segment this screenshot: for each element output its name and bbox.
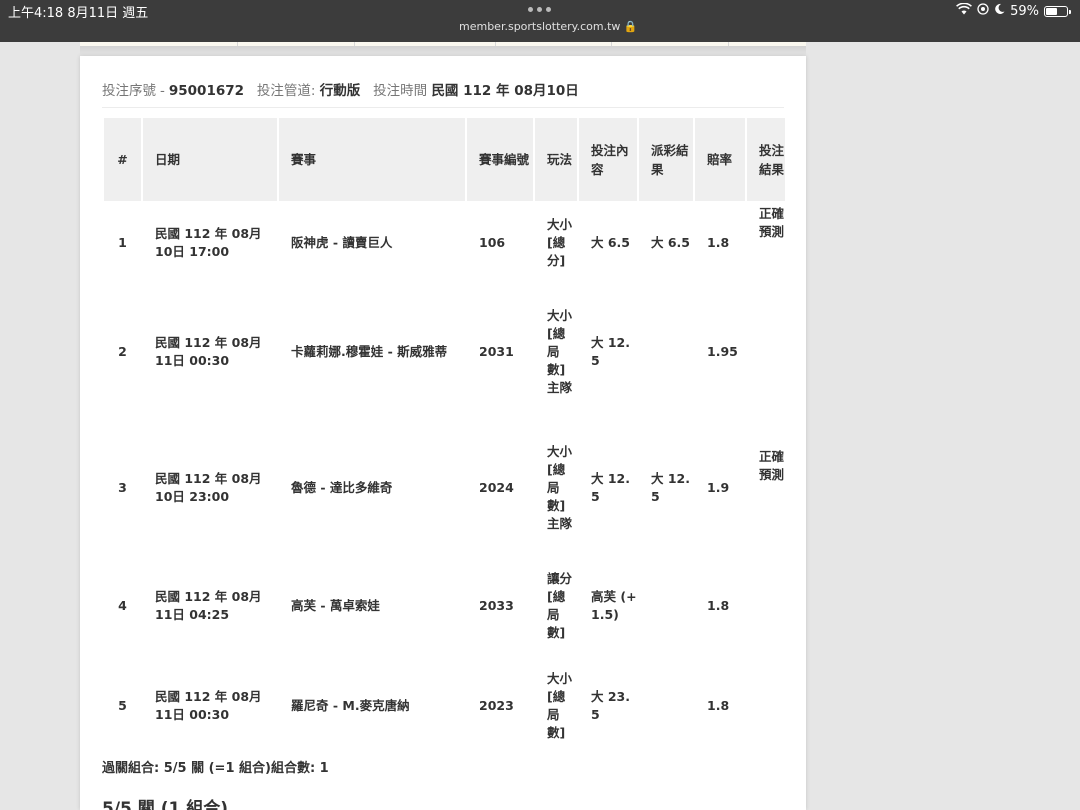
row-payout xyxy=(639,556,693,656)
row-odds: 1.9 xyxy=(707,480,730,495)
header-match-no: 賽事編號 xyxy=(467,118,533,201)
row-index: 5 xyxy=(118,698,127,713)
more-dots-icon[interactable] xyxy=(528,7,551,12)
row-bet: 大 12.5 xyxy=(591,335,630,368)
row-payout xyxy=(639,284,693,420)
moon-icon xyxy=(994,3,1005,19)
channel-value: 行動版 xyxy=(319,83,361,99)
row-play: 大小[總分] xyxy=(547,216,573,268)
battery-icon xyxy=(1044,5,1071,17)
serial-label: 投注序號 xyxy=(102,83,156,99)
time-label: 投注時間 xyxy=(373,83,428,99)
row-match-no: 2031 xyxy=(479,344,514,359)
location-icon xyxy=(977,3,989,19)
channel-label: 投注管道: xyxy=(256,83,316,99)
table-row: 5 民國 112 年 08月 11日 00:30 羅尼奇 - M.麥克唐納 20… xyxy=(104,656,785,756)
row-bet: 大 12.5 xyxy=(591,471,630,504)
row-bet: 大 23.5 xyxy=(591,689,630,722)
row-odds: 1.95 xyxy=(707,344,738,359)
url-text: member.sportslottery.com.tw xyxy=(459,20,621,33)
header-date: 日期 xyxy=(143,118,277,201)
time-value: 民國 112 年 08月10日 xyxy=(431,83,579,99)
bets-table: # 日期 賽事 賽事編號 玩法 投注內容 派彩結果 賠率 投注結果 1 民國 1… xyxy=(102,118,787,756)
row-date: 民國 112 年 08月 10日 23:00 xyxy=(155,471,262,504)
header-match: 賽事 xyxy=(279,118,465,201)
header-result: 投注結果 xyxy=(747,118,785,201)
row-payout xyxy=(639,656,693,756)
status-time: 上午4:18 8月11日 週五 xyxy=(8,6,149,21)
battery-percent: 59% xyxy=(1010,3,1039,19)
row-play: 讓分[總局數] xyxy=(547,571,573,640)
status-icons: 59% xyxy=(956,2,1071,19)
header-bet: 投注內容 xyxy=(579,118,637,201)
row-play: 大小[總局數] xyxy=(547,671,573,740)
row-match-no: 2023 xyxy=(479,698,514,713)
ticket-info: 投注序號 -95001672 投注管道: 行動版 投注時間 民國 112 年 08… xyxy=(102,83,579,99)
bet-detail-panel: 投注序號 -95001672 投注管道: 行動版 投注時間 民國 112 年 08… xyxy=(80,56,806,810)
row-bet: 大 6.5 xyxy=(591,234,630,250)
row-result: 正確預測 xyxy=(759,449,785,482)
row-payout: 大 6.5 xyxy=(651,234,690,250)
row-match: 高芙 - 萬卓索娃 xyxy=(291,598,380,613)
row-match-no: 2033 xyxy=(479,598,514,613)
section-title: 5/5 關 (1 組合) xyxy=(102,799,228,810)
row-match: 卡蘿莉娜.穆霍娃 - 斯威雅蒂 xyxy=(291,344,448,359)
row-result xyxy=(747,284,785,420)
row-play: 大小[總局數]主隊 xyxy=(547,444,573,531)
shade-divider xyxy=(80,46,806,56)
row-date: 民國 112 年 08月 11日 00:30 xyxy=(155,335,262,368)
row-date: 民國 112 年 08月 11日 00:30 xyxy=(155,689,262,722)
row-result: 正確預測 xyxy=(759,206,785,239)
row-result xyxy=(747,656,785,756)
header-play: 玩法 xyxy=(535,118,577,201)
row-play: 大小[總局數]主隊 xyxy=(547,308,573,395)
row-odds: 1.8 xyxy=(707,698,730,713)
row-odds: 1.8 xyxy=(707,234,730,250)
status-bar: 上午4:18 8月11日 週五 member.sportslottery.com… xyxy=(0,0,1080,42)
header-index: # xyxy=(104,118,141,201)
table-row: 1 民國 112 年 08月 10日 17:00 阪神虎 - 讀賣巨人 106 … xyxy=(104,201,785,284)
lock-icon: 🔒 xyxy=(623,20,638,33)
table-row: 4 民國 112 年 08月 11日 04:25 高芙 - 萬卓索娃 2033 … xyxy=(104,556,785,656)
wifi-icon xyxy=(956,2,973,19)
table-row: 2 民國 112 年 08月 11日 00:30 卡蘿莉娜.穆霍娃 - 斯威雅蒂… xyxy=(104,284,785,420)
parlay-summary: 過關組合: 5/5 關 (=1 組合)組合數: 1 xyxy=(102,761,329,776)
row-index: 3 xyxy=(118,480,127,495)
row-index: 1 xyxy=(118,234,127,250)
row-date: 民國 112 年 08月 11日 04:25 xyxy=(155,589,262,622)
row-match: 羅尼奇 - M.麥克唐納 xyxy=(291,698,410,713)
header-payout: 派彩結果 xyxy=(639,118,693,201)
divider xyxy=(102,107,784,108)
address-bar[interactable]: member.sportslottery.com.tw 🔒 xyxy=(459,20,638,33)
table-header: # 日期 賽事 賽事編號 玩法 投注內容 派彩結果 賠率 投注結果 xyxy=(104,118,785,201)
row-match: 阪神虎 - 讀賣巨人 xyxy=(291,234,393,250)
row-date: 民國 112 年 08月 10日 17:00 xyxy=(155,225,262,259)
row-result xyxy=(747,556,785,656)
serial-value: 95001672 xyxy=(168,83,245,99)
row-match-no: 106 xyxy=(479,234,506,250)
header-odds: 賠率 xyxy=(695,118,745,201)
row-odds: 1.8 xyxy=(707,598,730,613)
table-row: 3 民國 112 年 08月 10日 23:00 魯德 - 達比多維奇 2024… xyxy=(104,420,785,556)
row-match-no: 2024 xyxy=(479,480,514,495)
row-index: 4 xyxy=(118,598,127,613)
row-match: 魯德 - 達比多維奇 xyxy=(291,480,393,495)
row-payout: 大 12.5 xyxy=(651,471,690,504)
row-bet: 高芙 (+1.5) xyxy=(591,589,637,622)
row-index: 2 xyxy=(118,344,127,359)
